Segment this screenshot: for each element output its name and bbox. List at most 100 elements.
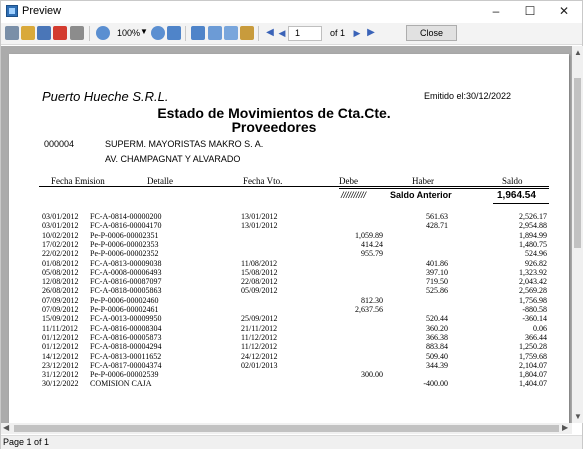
next-page-icon[interactable]: ▶ <box>350 26 364 40</box>
table-row: 22/02/2012 Pe-P-0006-00002352 955.79 524.96 <box>9 249 569 258</box>
close-window-button[interactable]: ✕ <box>547 1 581 21</box>
table-row: 07/09/2012 Pe-P-0006-00002461 2,637.56 -880… <box>9 305 569 314</box>
cell-fecha: 07/09/2012 <box>42 295 79 305</box>
minimize-button[interactable]: – <box>479 1 513 21</box>
table-row: 30/12/2022 COMISION CAJA -400.00 1,404.07 <box>9 379 569 388</box>
cell-fecha: 31/12/2012 <box>42 370 79 380</box>
cell-venc: 11/12/2012 <box>241 342 278 352</box>
header-fecha: Fecha Emision <box>51 176 105 186</box>
cell-fecha: 14/12/2012 <box>42 351 79 361</box>
cell-fecha: 01/08/2012 <box>42 258 79 268</box>
zoom-out-icon[interactable] <box>151 26 165 40</box>
cell-saldo: 1,480.75 <box>519 239 547 249</box>
page-setup-icon[interactable] <box>224 26 238 40</box>
cell-detalle: Pe-P-0006-00002351 <box>90 230 159 240</box>
cell-debe: 1,059.89 <box>355 230 383 240</box>
cell-saldo: 366.44 <box>525 332 547 342</box>
prev-page-icon[interactable]: ◀ <box>275 26 289 40</box>
cell-venc: 02/01/2013 <box>241 360 278 370</box>
cell-saldo: 2,954.88 <box>519 221 547 231</box>
open-folder-icon[interactable] <box>21 26 35 40</box>
vertical-scrollbar[interactable]: ▲ ▼ <box>572 46 583 423</box>
cell-debe: 300.00 <box>361 370 383 380</box>
cell-venc: 24/12/2012 <box>241 351 278 361</box>
export-pdf-icon[interactable] <box>53 26 67 40</box>
scroll-down-icon[interactable]: ▼ <box>574 412 582 421</box>
table-row: 17/02/2012 Pe-P-0006-00002353 414.24 1,480.… <box>9 240 569 249</box>
cell-haber: 344.39 <box>426 360 448 370</box>
cell-fecha: 10/02/2012 <box>42 230 79 240</box>
scroll-right-icon[interactable]: ▶ <box>562 423 568 432</box>
single-page-icon[interactable] <box>191 26 205 40</box>
cell-debe: 955.79 <box>361 249 383 259</box>
cell-saldo: 1,250.28 <box>519 342 547 352</box>
last-page-icon[interactable]: ▶ <box>364 26 378 40</box>
find-icon[interactable] <box>70 26 84 40</box>
saldo-anterior-marks: ////////// <box>341 190 367 200</box>
table-row: 03/01/2012 FC-A-0816-00004170 13/01/2012 42… <box>9 221 569 230</box>
header-haber: Haber <box>412 176 434 186</box>
cell-haber: 719.50 <box>426 277 448 287</box>
cell-fecha: 17/02/2012 <box>42 239 79 249</box>
cell-haber: 525.86 <box>426 286 448 296</box>
table-row: 01/12/2012 FC-A-0816-00005873 11/12/2012 36… <box>9 333 569 342</box>
cell-haber: 360.20 <box>426 323 448 333</box>
vertical-scroll-thumb[interactable] <box>574 78 581 248</box>
cell-detalle: FC-A-0008-00006493 <box>90 267 162 277</box>
cell-venc: 13/01/2012 <box>241 212 278 221</box>
cell-detalle: COMISION CAJA <box>90 379 152 389</box>
account-name: SUPERM. MAYORISTAS MAKRO S. A. <box>105 139 264 149</box>
cell-detalle: Pe-P-0006-00002460 <box>90 295 159 305</box>
cell-fecha: 03/01/2012 <box>42 212 79 221</box>
cell-saldo: 2,104.07 <box>519 360 547 370</box>
close-button[interactable]: Close <box>406 25 457 41</box>
header-detalle: Detalle <box>147 176 173 186</box>
table-row: 12/08/2012 FC-A-0816-00087097 22/08/2012 71… <box>9 277 569 286</box>
save-icon[interactable] <box>37 26 51 40</box>
app-icon <box>6 5 18 17</box>
cell-haber: 397.10 <box>426 267 448 277</box>
horizontal-scrollbar[interactable]: ◀ ▶ <box>1 423 572 434</box>
edit-page-icon[interactable] <box>240 26 254 40</box>
report-title-line1: Estado de Movimientos de Cta.Cte. <box>157 105 391 121</box>
cell-saldo: -360.14 <box>522 314 547 324</box>
cell-debe: 812.30 <box>361 295 383 305</box>
cell-saldo: 1,894.99 <box>519 230 547 240</box>
scroll-left-icon[interactable]: ◀ <box>3 423 9 432</box>
cell-haber: 883.84 <box>426 342 448 352</box>
cell-venc: 05/09/2012 <box>241 286 278 296</box>
cell-detalle: FC-A-0818-00004294 <box>90 342 162 352</box>
zoom-level[interactable]: 100% <box>117 28 140 38</box>
preview-viewport[interactable]: Puerto Hueche S.R.L. Emitido el:30/12/20… <box>1 46 572 423</box>
cell-detalle: Pe-P-0006-00002353 <box>90 239 159 249</box>
page-view-icon[interactable] <box>167 26 181 40</box>
window-title: Preview <box>22 5 62 17</box>
zoom-icon[interactable] <box>96 26 110 40</box>
cell-saldo: 2,569.28 <box>519 286 547 296</box>
cell-haber: 401.86 <box>426 258 448 268</box>
cell-detalle: Pe-P-0006-00002539 <box>90 370 159 380</box>
multi-page-icon[interactable] <box>208 26 222 40</box>
cell-detalle: FC-A-0013-00009950 <box>90 314 162 324</box>
cell-detalle: FC-A-0816-00004170 <box>90 221 162 231</box>
print-icon[interactable] <box>5 26 19 40</box>
horizontal-scroll-thumb[interactable] <box>14 425 559 432</box>
maximize-button[interactable]: ☐ <box>513 1 547 21</box>
scroll-up-icon[interactable]: ▲ <box>574 48 582 57</box>
cell-saldo: 524.96 <box>525 249 547 259</box>
chevron-down-icon[interactable]: ▼ <box>140 27 148 36</box>
cell-fecha: 01/12/2012 <box>42 342 79 352</box>
header-divider <box>39 186 549 187</box>
table-row: 03/01/2012 FC-A-0814-00000200 13/01/2012 56… <box>9 212 569 221</box>
report-page: Puerto Hueche S.R.L. Emitido el:30/12/20… <box>9 54 569 423</box>
cell-detalle: Pe-P-0006-00002461 <box>90 305 159 314</box>
cell-fecha: 23/12/2012 <box>42 360 79 370</box>
cell-fecha: 11/11/2012 <box>42 323 78 333</box>
saldo-underline <box>493 203 549 204</box>
cell-saldo: 1,404.07 <box>519 379 547 389</box>
saldo-anterior-label: Saldo Anterior <box>390 190 452 200</box>
status-bar: Page 1 of 1 <box>1 435 582 449</box>
page-number-input[interactable]: 1 <box>288 26 322 41</box>
cell-venc: 22/08/2012 <box>241 277 278 287</box>
table-row: 26/08/2012 FC-A-0818-00005863 05/09/2012 52… <box>9 286 569 295</box>
